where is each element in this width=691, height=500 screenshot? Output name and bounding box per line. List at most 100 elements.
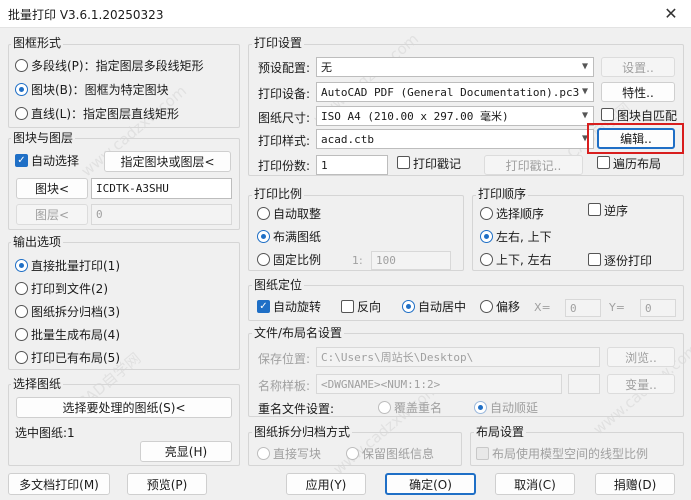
name-suffix-input[interactable] xyxy=(568,374,600,394)
preview-button[interactable]: 预览(P) xyxy=(127,473,207,495)
print-scale-label: 打印比例 xyxy=(252,185,305,202)
cancel-button[interactable]: 取消(C) xyxy=(495,473,575,495)
preset-select[interactable]: 无 ▼ xyxy=(316,57,594,77)
keep-info-label: 保留图纸信息 xyxy=(362,447,435,461)
auto-select-label: 自动选择 xyxy=(31,154,80,168)
auto-match-label: 图块自匹配 xyxy=(617,109,678,123)
chevron-down-icon: ▼ xyxy=(581,110,588,121)
variable-button[interactable]: 变量.. xyxy=(607,374,675,394)
stamp-settings-button[interactable]: 打印戳记.. xyxy=(484,155,583,175)
output-generate-layout-radio[interactable] xyxy=(15,328,28,341)
order-tb-lr-radio[interactable] xyxy=(480,253,493,266)
auto-select-checkbox[interactable]: ✓ xyxy=(15,154,28,167)
select-drawings-button[interactable]: 选择要处理的图纸(S)< xyxy=(16,397,232,418)
frame-polyline-label: 多段线(P)：指定图层多段线矩形 xyxy=(31,59,204,73)
order-selection-label: 选择顺序 xyxy=(496,207,545,221)
multi-doc-print-button[interactable]: 多文档打印(M) xyxy=(8,473,110,495)
pick-block-layer-button[interactable]: 指定图块或图层< xyxy=(104,151,231,172)
properties-button[interactable]: 特性.. xyxy=(601,82,675,102)
plot-style-label: 打印样式: xyxy=(258,134,311,148)
plot-style-select[interactable]: acad.ctb ▼ xyxy=(316,129,594,149)
model-linetype-label: 布局使用模型空间的线型比例 xyxy=(492,447,649,461)
auto-match-checkbox[interactable] xyxy=(601,108,614,121)
layer-pick-button[interactable]: 图层< xyxy=(16,204,88,225)
collate-label: 逐份打印 xyxy=(604,254,653,268)
reverse-order-checkbox[interactable] xyxy=(588,203,601,216)
scale-fixed-radio[interactable] xyxy=(257,253,270,266)
stamp-checkbox[interactable] xyxy=(397,156,410,169)
output-direct-print-radio[interactable] xyxy=(15,259,28,272)
overwrite-radio[interactable] xyxy=(378,401,391,414)
order-tb-lr-label: 上下, 左右 xyxy=(496,253,552,267)
auto-increment-radio[interactable] xyxy=(474,401,487,414)
save-location-input[interactable]: C:\Users\周站长\Desktop\ xyxy=(316,347,600,367)
auto-increment-label: 自动顺延 xyxy=(490,401,539,415)
order-lr-tb-radio[interactable] xyxy=(480,230,493,243)
paper-size-label: 图纸尺寸: xyxy=(258,111,311,125)
print-order-label: 打印顺序 xyxy=(476,185,529,202)
overwrite-label: 覆盖重名 xyxy=(394,401,443,415)
chevron-down-icon: ▼ xyxy=(581,86,588,97)
output-print-to-file-radio[interactable] xyxy=(15,282,28,295)
offset-radio[interactable] xyxy=(480,300,493,313)
device-select[interactable]: AutoCAD PDF (General Documentation).pc3 … xyxy=(316,82,594,102)
block-name-input[interactable]: ICDTK-A3SHU xyxy=(91,178,232,199)
frame-block-label: 图块(B)：图框为特定图块 xyxy=(31,83,169,97)
offset-label: 偏移 xyxy=(496,300,521,314)
file-naming-label: 文件/布局名设置 xyxy=(252,324,345,341)
name-pattern-input[interactable]: <DWGNAME><NUM:1:2> xyxy=(316,374,562,394)
device-value: AutoCAD PDF (General Documentation).pc3 xyxy=(321,85,580,99)
order-selection-radio[interactable] xyxy=(480,207,493,220)
copies-input[interactable]: 1 xyxy=(316,155,388,175)
paper-size-select[interactable]: ISO A4 (210.00 x 297.00 毫米) ▼ xyxy=(316,106,594,126)
scale-auto-round-label: 自动取整 xyxy=(273,207,322,221)
select-drawing-label: 选择图纸 xyxy=(11,375,64,392)
block-pick-button[interactable]: 图块< xyxy=(16,178,88,199)
name-pattern-label: 名称样板: xyxy=(258,379,311,393)
edit-style-button[interactable]: 编辑.. xyxy=(597,128,675,149)
frame-line-radio[interactable] xyxy=(15,107,28,120)
frame-polyline-radio[interactable] xyxy=(15,59,28,72)
auto-center-radio[interactable] xyxy=(402,300,415,313)
title-bar: 批量打印 V3.6.1.20250323 ✕ xyxy=(0,0,691,28)
browse-button[interactable]: 浏览.. xyxy=(607,347,675,367)
model-linetype-checkbox[interactable] xyxy=(476,447,489,460)
donate-button[interactable]: 捐赠(D) xyxy=(595,473,675,495)
ok-button[interactable]: 确定(O) xyxy=(385,473,476,495)
traverse-layout-label: 遍历布局 xyxy=(613,157,662,171)
output-direct-print-label: 直接批量打印(1) xyxy=(31,259,120,273)
offset-x-input[interactable]: 0 xyxy=(565,299,601,317)
close-icon[interactable]: ✕ xyxy=(660,4,682,24)
layer-name-input[interactable]: 0 xyxy=(91,204,232,225)
copies-label: 打印份数: xyxy=(258,159,311,173)
frame-line-label: 直线(L)：指定图层直线矩形 xyxy=(31,107,180,121)
scale-fit-label: 布满图纸 xyxy=(273,230,322,244)
write-block-label: 直接写块 xyxy=(273,447,322,461)
auto-center-label: 自动居中 xyxy=(418,300,467,314)
preset-settings-button[interactable]: 设置.. xyxy=(601,57,675,77)
keep-info-radio[interactable] xyxy=(346,447,359,460)
reverse-rotate-checkbox[interactable] xyxy=(341,300,354,313)
preset-label: 预设配置: xyxy=(258,61,311,75)
offset-y-input[interactable]: 0 xyxy=(640,299,676,317)
output-print-layout-radio[interactable] xyxy=(15,351,28,364)
frame-style-label: 图框形式 xyxy=(11,34,64,51)
collate-checkbox[interactable] xyxy=(588,253,601,266)
frame-block-radio[interactable] xyxy=(15,83,28,96)
highlight-button[interactable]: 亮显(H) xyxy=(140,441,232,462)
scale-ratio-prefix: 1: xyxy=(352,254,363,267)
scale-ratio-input[interactable]: 100 xyxy=(371,251,451,270)
auto-rotate-checkbox[interactable]: ✓ xyxy=(257,300,270,313)
stamp-label: 打印戳记 xyxy=(413,157,462,171)
traverse-layout-checkbox[interactable] xyxy=(597,156,610,169)
scale-auto-round-radio[interactable] xyxy=(257,207,270,220)
output-generate-layout-label: 批量生成布局(4) xyxy=(31,328,120,342)
write-block-radio[interactable] xyxy=(257,447,270,460)
preset-value: 无 xyxy=(321,61,332,74)
scale-fixed-label: 固定比例 xyxy=(273,253,322,267)
scale-fit-radio[interactable] xyxy=(257,230,270,243)
device-label: 打印设备: xyxy=(258,87,311,101)
output-split-archive-radio[interactable] xyxy=(15,305,28,318)
paper-size-value: ISO A4 (210.00 x 297.00 毫米) xyxy=(321,110,509,123)
apply-button[interactable]: 应用(Y) xyxy=(286,473,366,495)
